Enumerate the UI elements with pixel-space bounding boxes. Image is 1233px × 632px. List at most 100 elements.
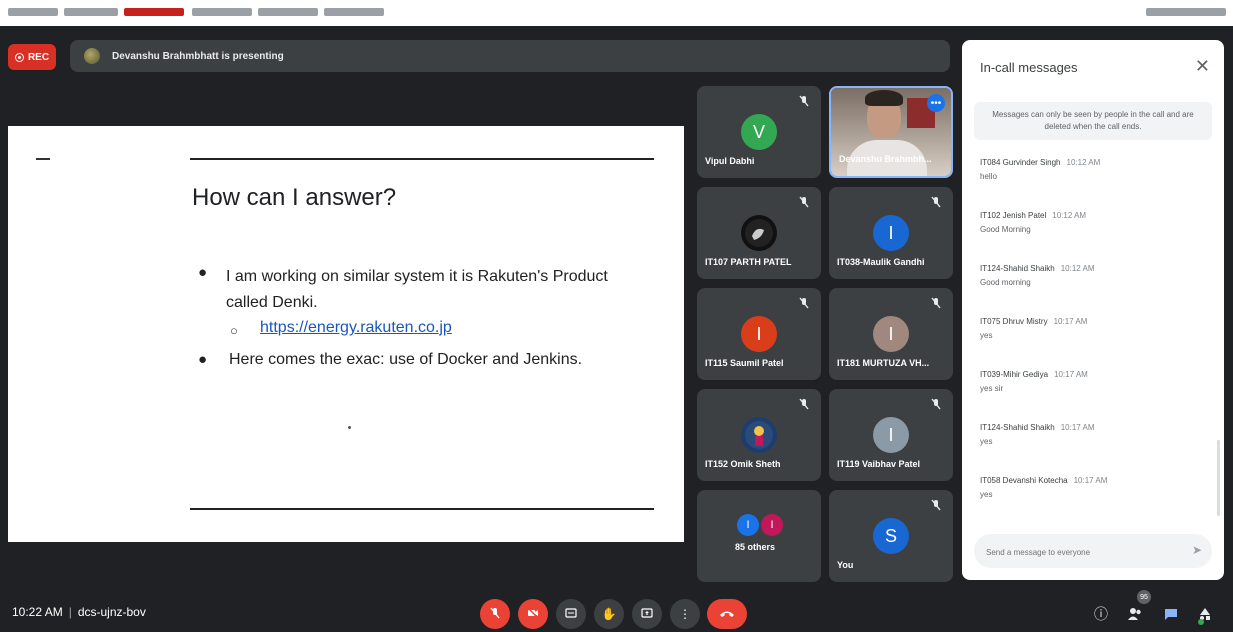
participant-avatar: V — [741, 114, 777, 150]
more-vert-icon: ⋮ — [679, 607, 691, 621]
chat-message: IT124-Shahid Shaikh 10:17 AM yes — [980, 423, 1095, 446]
meeting-code: dcs-ujnz-bov — [77, 605, 146, 619]
divider: | — [68, 605, 72, 619]
phone-hangup-icon — [719, 607, 735, 622]
mic-off-icon — [929, 296, 943, 310]
message-body: Good Morning — [980, 225, 1031, 234]
activity-status-dot — [1198, 619, 1204, 625]
participant-avatar — [741, 417, 777, 453]
participant-name: IT119 Vaibhav Patel — [837, 459, 921, 469]
message-time: 10:12 AM — [1060, 264, 1095, 273]
chat-message: IT124-Shahid Shaikh 10:12 AM Good morning — [980, 264, 1095, 287]
captions-button[interactable] — [556, 599, 586, 629]
participant-tile[interactable]: IT107 PARTH PATEL — [697, 187, 821, 279]
participant-tile[interactable]: IT152 Omik Sheth — [697, 389, 821, 481]
chat-message: IT039-Mihir Gediya 10:17 AM yes sir — [980, 370, 1088, 393]
bullet-dot: ● — [198, 264, 208, 281]
chat-message: IT058 Devanshi Kotecha 10:17 AM yes — [980, 476, 1107, 499]
bookmark-item[interactable] — [8, 8, 58, 16]
message-sender: IT039-Mihir Gediya — [980, 370, 1049, 379]
participant-tile[interactable]: I IT038-Maulik Gandhi — [829, 187, 953, 279]
bookmark-item[interactable] — [64, 8, 118, 16]
bookmark-item[interactable] — [124, 8, 184, 16]
participant-name: IT107 PARTH PATEL — [705, 257, 792, 267]
chat-message: IT102 Jenish Patel 10:12 AM Good Morning — [980, 211, 1086, 234]
people-icon[interactable] — [1124, 603, 1146, 625]
participant-tile[interactable]: I IT181 MURTUZA VH... — [829, 288, 953, 380]
toggle-mic-button[interactable] — [480, 599, 510, 629]
close-icon[interactable]: ✕ — [1195, 56, 1210, 77]
hand-icon: ✋ — [601, 607, 617, 621]
message-sender: IT058 Devanshi Kotecha — [980, 476, 1068, 485]
bookmark-item[interactable] — [192, 8, 252, 16]
bookmark-item[interactable] — [258, 8, 318, 16]
message-body: yes sir — [980, 384, 1004, 393]
participant-name: IT115 Saumil Patel — [705, 358, 784, 368]
participant-avatar — [741, 215, 777, 251]
mic-off-icon — [488, 606, 502, 623]
chat-scrollbar[interactable] — [1217, 440, 1220, 516]
message-sender: IT075 Dhruv Mistry — [980, 317, 1048, 326]
others-count: 85 others — [735, 542, 776, 552]
participant-name: IT181 MURTUZA VH... — [837, 358, 930, 368]
camera-off-icon — [526, 606, 540, 623]
participant-avatar: I — [761, 514, 783, 536]
chat-icon[interactable] — [1160, 603, 1182, 625]
present-button[interactable] — [632, 599, 662, 629]
slide-title: How can I answer? — [192, 184, 397, 211]
send-icon[interactable]: ➤ — [1192, 543, 1202, 557]
message-time: 10:17 AM — [1054, 370, 1088, 379]
toggle-camera-button[interactable] — [518, 599, 548, 629]
reading-list[interactable] — [1146, 8, 1226, 16]
message-time: 10:12 AM — [1066, 158, 1101, 167]
more-options-button[interactable]: ⋮ — [670, 599, 700, 629]
participant-avatar: I — [873, 316, 909, 352]
mic-off-icon — [797, 94, 811, 108]
leave-call-button[interactable] — [707, 599, 747, 629]
message-time: 10:17 AM — [1060, 423, 1095, 432]
chat-composer: ➤ — [974, 534, 1212, 568]
slide-top-rule — [190, 158, 654, 160]
chat-panel: In-call messages ✕ Messages can only be … — [962, 40, 1224, 580]
chat-message-input[interactable] — [984, 542, 1178, 562]
record-icon — [14, 52, 24, 62]
raise-hand-button[interactable]: ✋ — [594, 599, 624, 629]
slide-bottom-rule — [190, 508, 654, 510]
slide-bullet-2: Here comes the exac: use of Docker and J… — [229, 351, 583, 368]
presenting-bar: Devanshu Brahmbhatt is presenting — [70, 40, 950, 72]
message-sender: IT084 Gurvinder Singh — [980, 158, 1061, 167]
message-body: hello — [980, 172, 997, 181]
bookmark-item[interactable] — [324, 8, 384, 16]
message-time: 10:12 AM — [1052, 211, 1087, 220]
chat-title: In-call messages — [980, 60, 1078, 75]
sub-bullet-circle: ○ — [230, 323, 238, 338]
participant-tile[interactable]: V Vipul Dabhi — [697, 86, 821, 178]
presenting-text: Devanshu Brahmbhatt is presenting — [112, 50, 284, 62]
meeting-details: 10:22 AM | dcs-ujnz-bov — [12, 605, 146, 619]
message-sender: IT124-Shahid Shaikh — [980, 423, 1055, 432]
participant-tile-active-speaker[interactable]: ••• Devanshu Brahmbh... — [829, 86, 953, 178]
participant-name: IT152 Omik Sheth — [705, 459, 781, 469]
chat-message: IT084 Gurvinder Singh 10:12 AM hello — [980, 158, 1100, 181]
message-body: yes — [980, 437, 993, 446]
slide-link[interactable]: https://energy.rakuten.co.jp — [260, 319, 452, 337]
mic-off-icon — [929, 195, 943, 209]
participant-tile[interactable]: I IT115 Saumil Patel — [697, 288, 821, 380]
info-icon[interactable]: ⓘ — [1090, 603, 1112, 625]
self-tile[interactable]: S You — [829, 490, 953, 582]
slide-dash — [36, 158, 50, 160]
bullet-dot: ● — [198, 351, 208, 368]
more-options-icon[interactable]: ••• — [927, 94, 945, 112]
participant-tile[interactable]: I IT119 Vaibhav Patel — [829, 389, 953, 481]
captions-icon — [564, 606, 578, 623]
chat-message: IT075 Dhruv Mistry 10:17 AM yes — [980, 317, 1087, 340]
participant-count-badge: 95 — [1137, 590, 1151, 604]
others-tile[interactable]: I I 85 others — [697, 490, 821, 582]
message-body: yes — [980, 490, 993, 499]
slide-bullet-1: I am working on similar system it is Rak… — [226, 268, 608, 311]
mic-off-icon — [797, 296, 811, 310]
participant-name: Devanshu Brahmbh... — [839, 154, 932, 164]
message-sender: IT124-Shahid Shaikh — [980, 264, 1055, 273]
participant-name: Vipul Dabhi — [705, 156, 755, 166]
others-avatars: I I — [737, 514, 785, 536]
